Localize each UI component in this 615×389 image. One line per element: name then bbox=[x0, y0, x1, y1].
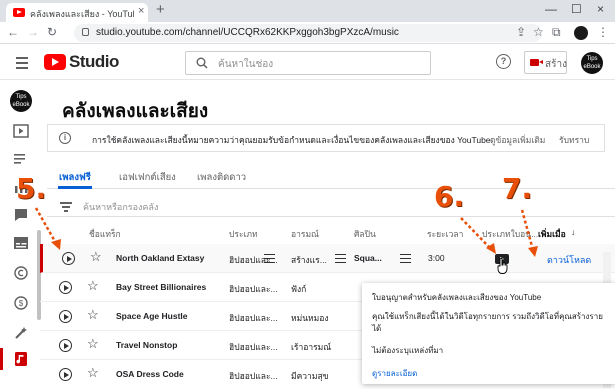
arrow-step-5 bbox=[34, 207, 59, 246]
arrowhead-step-5 bbox=[51, 239, 61, 250]
arrow-step-6 bbox=[460, 217, 493, 251]
arrow-step-7 bbox=[520, 209, 535, 251]
arrowhead-step-7 bbox=[528, 246, 538, 257]
hand-cursor-icon bbox=[497, 258, 508, 274]
arrowhead-step-6 bbox=[486, 243, 496, 254]
annotation-arrows bbox=[34, 207, 538, 257]
